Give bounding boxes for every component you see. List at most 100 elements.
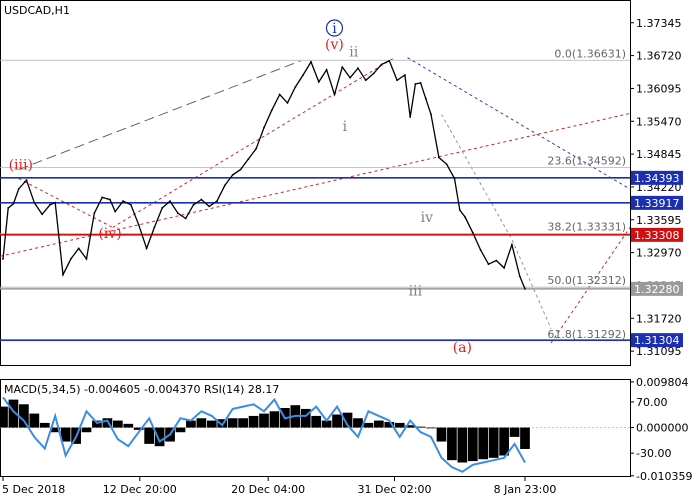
macd-histogram-bar [259, 413, 269, 428]
macd-histogram-bar [457, 427, 468, 463]
x-tick-label: 20 Dec 04:00 [231, 483, 305, 496]
price-data-point [487, 263, 490, 266]
macd-histogram-bar [196, 418, 207, 428]
price-data-point [357, 67, 359, 70]
y-tick-label: 1.33595 [636, 214, 682, 227]
price-tag-label: 1.33917 [634, 197, 680, 210]
price-tag-label: 1.34393 [634, 172, 680, 185]
price-data-point [310, 60, 312, 63]
macd-histogram-bar [488, 427, 499, 458]
price-data-point [12, 202, 15, 205]
price-data-point [114, 210, 117, 213]
price-data-point [2, 258, 4, 260]
wave-label: iii [409, 284, 423, 300]
macd-histogram-bar [0, 406, 8, 428]
price-data-point [247, 158, 250, 160]
price-data-point [216, 200, 218, 203]
price-data-point [109, 198, 111, 201]
y-tick-label: 1.32970 [636, 247, 682, 260]
macd-histogram-bar [499, 427, 509, 456]
x-tick-label: 31 Dec 02:00 [358, 483, 432, 496]
price-data-point [503, 266, 506, 269]
indicator-title: MACD(5,34,5) -0.004605 -0.004370 RSI(14)… [4, 383, 279, 396]
price-data-point [33, 201, 36, 204]
macd-histogram-bar [269, 411, 280, 428]
price-data-point [524, 287, 526, 290]
price-data-point [495, 259, 498, 262]
price-data-point [388, 59, 391, 62]
price-data-point [69, 258, 72, 260]
price-data-point [145, 247, 148, 250]
price-data-point [333, 93, 336, 96]
price-data-point [62, 273, 64, 276]
price-data-point [341, 66, 344, 69]
y-tick-label: 1.31720 [636, 312, 682, 325]
price-data-point [223, 184, 226, 187]
wave-label: iv [421, 210, 433, 226]
price-data-point [409, 116, 412, 118]
macd-histogram-bar [520, 427, 530, 449]
fibonacci-level-label: 0.0(1.36631) [554, 47, 626, 60]
price-data-point [294, 86, 297, 89]
macd-histogram-bar [144, 427, 155, 444]
price-tag-label: 1.32280 [634, 283, 680, 296]
price-data-point [325, 68, 328, 71]
price-data-point [445, 163, 448, 166]
fibonacci-level-label: 61.8(1.31292) [547, 328, 626, 341]
macd-histogram-bar [248, 415, 259, 428]
macd-histogram-bar [238, 418, 248, 428]
macd-histogram-bar [81, 427, 92, 433]
macd-histogram-bar [175, 427, 186, 433]
macd-histogram-bar [186, 420, 196, 428]
wave-label: ii [349, 45, 358, 61]
indicator-y-tick-label: 0.009804 [636, 376, 689, 389]
macd-histogram-bar [394, 422, 405, 428]
wave-label: (iii) [9, 158, 33, 174]
price-data-point [396, 79, 399, 82]
price-data-point [263, 126, 265, 129]
wave-label: i [332, 21, 337, 37]
price-data-point [93, 212, 96, 215]
price-data-point [511, 243, 513, 246]
indicator-y-tick-label: 0.000000 [636, 422, 689, 435]
price-data-point [184, 217, 187, 220]
macd-histogram-bar [436, 427, 447, 442]
price-data-point [54, 201, 57, 204]
price-data-point [255, 147, 258, 150]
price-data-point [176, 212, 179, 215]
macd-histogram-bar [154, 427, 165, 447]
price-data-point [479, 249, 482, 251]
price-data-point [471, 231, 474, 234]
price-data-point [424, 97, 427, 100]
x-tick-label: 5 Dec 2018 [2, 483, 65, 496]
macd-histogram-bar [332, 414, 342, 428]
price-data-point [101, 196, 104, 199]
x-tick-label: 12 Dec 20:00 [103, 483, 177, 496]
macd-histogram-bar [112, 420, 123, 428]
fibonacci-level-label: 50.0(1.32312) [547, 274, 626, 287]
macd-histogram-bar [206, 420, 217, 428]
price-data-point [200, 198, 203, 201]
price-data-point [49, 203, 51, 206]
price-data-point [317, 80, 320, 83]
macd-histogram-bar [373, 420, 384, 428]
price-data-point [270, 109, 273, 112]
price-data-point [161, 207, 164, 209]
wave-label: (a) [453, 340, 472, 356]
fibonacci-level-label: 23.6(1.34592) [547, 154, 626, 167]
price-data-point [25, 179, 28, 182]
price-data-point [231, 173, 234, 176]
macd-histogram-bar [478, 427, 489, 460]
y-tick-label: 1.36720 [636, 50, 682, 63]
price-data-point [77, 247, 80, 250]
price-data-point [208, 205, 211, 208]
wave-label: (v) [325, 37, 344, 53]
price-data-point [137, 223, 140, 226]
price-data-point [7, 207, 10, 209]
indicator-y-tick-label: -0.010359 [636, 470, 692, 483]
x-tick-label: 8 Jan 23:00 [494, 483, 557, 496]
macd-histogram-bar [311, 415, 322, 428]
indicator-y-tick-label: -30.00 [636, 447, 671, 460]
macd-histogram-bar [227, 418, 238, 428]
price-data-point [85, 258, 88, 260]
